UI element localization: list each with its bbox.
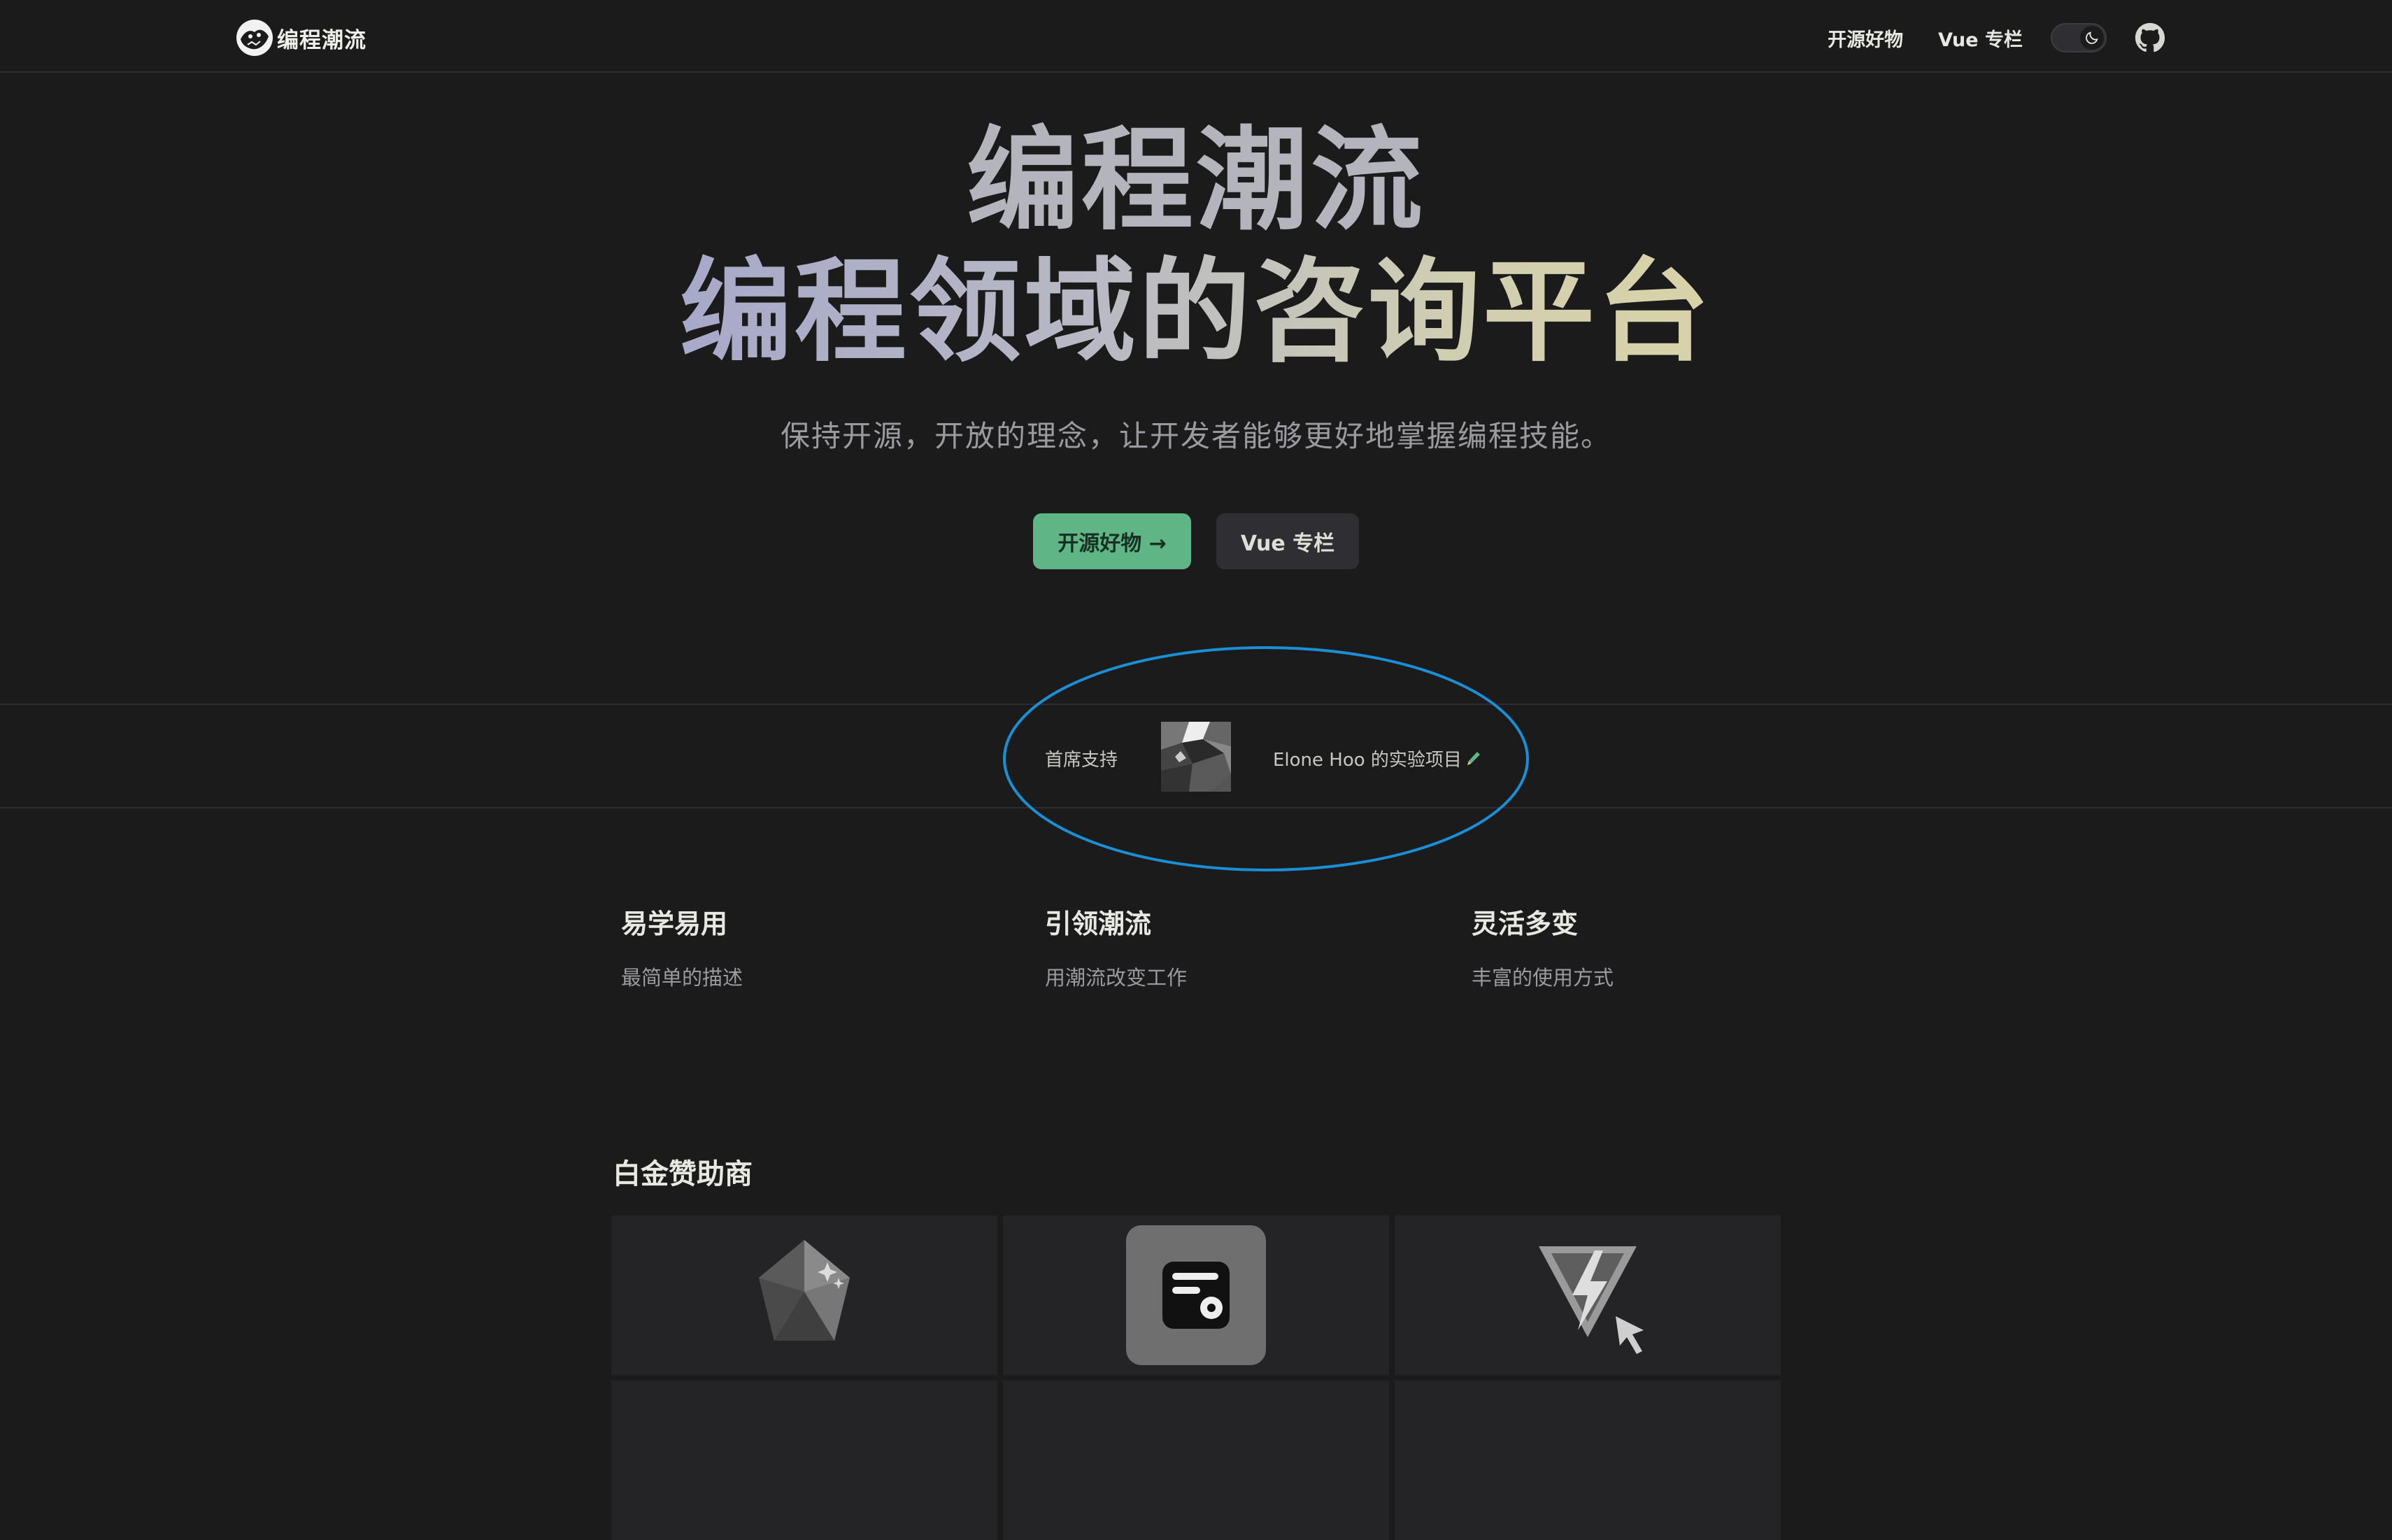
- moon-icon: [2086, 31, 2098, 44]
- feature-title: 易学易用: [621, 908, 728, 939]
- gem-logo-icon: [759, 1240, 850, 1341]
- hero-tagline: 保持开源，开放的理念，让开发者能够更好地掌握编程技能。: [780, 419, 1611, 453]
- sponsor-card[interactable]: [1395, 1215, 1781, 1375]
- sponsor-card[interactable]: [611, 1215, 997, 1375]
- nav-link-vue-column[interactable]: Vue 专栏: [1938, 24, 2023, 52]
- sponsor-avatar[interactable]: [1161, 722, 1231, 792]
- nav-link-open-source[interactable]: 开源好物: [1828, 24, 1903, 52]
- hero-subtitle-text: 编程领域的咨询平台: [679, 246, 1712, 377]
- feature-desc: 最简单的描述: [621, 966, 743, 990]
- brand-title: 编程潮流: [277, 27, 366, 53]
- theme-toggle[interactable]: [2051, 23, 2107, 52]
- feature-desc: 用潮流改变工作: [1045, 966, 1188, 990]
- hero-subtitle: 编程领域的咨询平台: [0, 249, 2392, 375]
- feature-desc: 丰富的使用方式: [1472, 966, 1614, 990]
- github-icon[interactable]: [2135, 22, 2165, 53]
- feature-card: 易学易用 最简单的描述: [621, 902, 985, 991]
- feature-title: 灵活多变: [1472, 908, 1579, 939]
- feature-card: 灵活多变 丰富的使用方式: [1472, 902, 1835, 991]
- sponsor-name: Elone Hoo 的实验项目: [1273, 750, 1462, 771]
- vue-column-button[interactable]: Vue 专栏: [1216, 513, 1359, 569]
- chief-sponsor-label: 首席支持: [1045, 750, 1118, 771]
- hero-actions: 开源好物 → Vue 专栏: [0, 513, 2392, 569]
- feature-card: 引领潮流 用潮流改变工作: [1045, 902, 1409, 991]
- open-source-button[interactable]: 开源好物 →: [1033, 513, 1191, 569]
- sponsor-card[interactable]: [1003, 1381, 1389, 1540]
- sponsor-link[interactable]: Elone Hoo 的实验项目: [1273, 746, 1481, 771]
- hero-title: 编程潮流: [966, 115, 1425, 245]
- feature-title: 引领潮流: [1045, 908, 1152, 939]
- vite-cursor-logo-icon: [1539, 1246, 1644, 1354]
- top-nav: 编程潮流 开源好物 Vue 专栏: [0, 0, 2392, 73]
- sponsor-card[interactable]: [1395, 1381, 1781, 1540]
- pencil-icon: [1467, 751, 1480, 765]
- toggle-knob: [2080, 26, 2104, 50]
- nav-links: 开源好物 Vue 专栏: [1828, 18, 2165, 57]
- settings-card-icon: [1126, 1225, 1266, 1365]
- site-logo-icon: [236, 20, 273, 56]
- platinum-sponsors-title: 白金赞助商: [613, 1158, 753, 1190]
- sponsor-card[interactable]: [611, 1381, 997, 1540]
- sponsor-card[interactable]: [1003, 1215, 1389, 1375]
- brand-link[interactable]: 编程潮流: [235, 18, 366, 57]
- chief-sponsor-strip: 首席支持 Elone Hoo 的实验项目: [0, 704, 2392, 808]
